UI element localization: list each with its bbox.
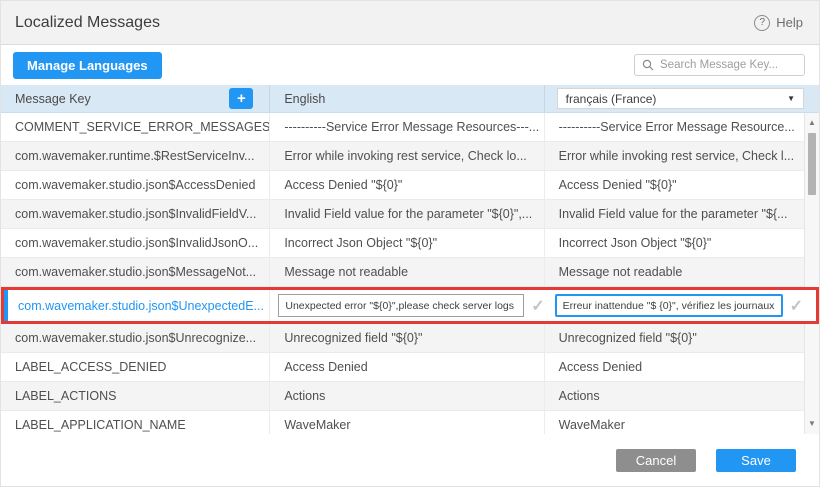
cancel-button[interactable]: Cancel bbox=[616, 449, 696, 472]
cell-english[interactable]: Access Denied "${0}" bbox=[270, 171, 544, 199]
message-key-header-label: Message Key bbox=[15, 92, 91, 106]
vertical-scrollbar[interactable]: ▲ ▼ bbox=[804, 113, 819, 434]
help-icon: ? bbox=[754, 15, 770, 31]
cell-english[interactable]: Unrecognized field "${0}" bbox=[270, 324, 544, 352]
confirm-check-icon[interactable]: ✓ bbox=[531, 296, 544, 316]
cell-french[interactable]: Unrecognized field "${0}" bbox=[545, 324, 819, 352]
manage-languages-button[interactable]: Manage Languages bbox=[13, 52, 162, 79]
toolbar: Manage Languages bbox=[1, 45, 819, 85]
column-header-message-key: Message Key + bbox=[1, 85, 270, 112]
table-row[interactable]: com.wavemaker.studio.json$InvalidFieldV.… bbox=[1, 200, 819, 229]
table-body: COMMENT_SERVICE_ERROR_MESSAGES----------… bbox=[1, 113, 819, 434]
column-header-language: français (France) ▼ bbox=[545, 85, 819, 112]
cell-message-key[interactable]: com.wavemaker.studio.json$InvalidFieldV.… bbox=[1, 200, 270, 228]
table-row[interactable]: COMMENT_SERVICE_ERROR_MESSAGES----------… bbox=[1, 113, 819, 142]
cell-english[interactable]: Message not readable bbox=[270, 258, 544, 286]
select-caret-icon: ▼ bbox=[787, 94, 795, 103]
cell-message-key[interactable]: COMMENT_SERVICE_ERROR_MESSAGES bbox=[1, 113, 270, 141]
search-icon bbox=[642, 59, 654, 71]
cell-french[interactable]: Message not readable bbox=[545, 258, 819, 286]
table-row[interactable]: com.wavemaker.runtime.$RestServiceInv...… bbox=[1, 142, 819, 171]
table-row-selected[interactable]: com.wavemaker.studio.json$UnexpectedE...… bbox=[1, 287, 819, 324]
cell-message-key[interactable]: com.wavemaker.studio.json$Unrecognize... bbox=[1, 324, 270, 352]
help-link[interactable]: ? Help bbox=[754, 15, 803, 31]
english-header-label: English bbox=[284, 92, 325, 106]
table-row[interactable]: com.wavemaker.studio.json$MessageNot...M… bbox=[1, 258, 819, 287]
cell-english[interactable]: Access Denied bbox=[270, 353, 544, 381]
help-label: Help bbox=[776, 15, 803, 30]
cell-french-edit: ✓ bbox=[545, 290, 816, 321]
column-header-english: English bbox=[270, 85, 544, 112]
table-row[interactable]: com.wavemaker.studio.json$InvalidJsonO..… bbox=[1, 229, 819, 258]
language-select-value: français (France) bbox=[566, 92, 657, 106]
cell-message-key[interactable]: com.wavemaker.studio.json$UnexpectedE... bbox=[8, 290, 270, 321]
search-box[interactable] bbox=[634, 54, 805, 76]
table-header-row: Message Key + English français (France) … bbox=[1, 85, 819, 113]
table-row[interactable]: LABEL_APPLICATION_NAMEWaveMakerWaveMaker bbox=[1, 411, 819, 434]
cell-message-key[interactable]: com.wavemaker.studio.json$AccessDenied bbox=[1, 171, 270, 199]
cell-french[interactable]: WaveMaker bbox=[545, 411, 819, 434]
table-row[interactable]: LABEL_ACTIONSActionsActions bbox=[1, 382, 819, 411]
scrollbar-up-icon[interactable]: ▲ bbox=[805, 116, 819, 130]
messages-table: Message Key + English français (France) … bbox=[1, 85, 819, 434]
cell-french[interactable]: Actions bbox=[545, 382, 819, 410]
language-select[interactable]: français (France) ▼ bbox=[557, 88, 804, 109]
cell-message-key[interactable]: com.wavemaker.runtime.$RestServiceInv... bbox=[1, 142, 270, 170]
add-message-key-button[interactable]: + bbox=[229, 88, 253, 109]
table-row[interactable]: LABEL_ACCESS_DENIEDAccess DeniedAccess D… bbox=[1, 353, 819, 382]
cell-french[interactable]: Error while invoking rest service, Check… bbox=[545, 142, 819, 170]
rows-before-group: COMMENT_SERVICE_ERROR_MESSAGES----------… bbox=[1, 113, 819, 287]
table-row[interactable]: com.wavemaker.studio.json$Unrecognize...… bbox=[1, 324, 819, 353]
cell-french[interactable]: ----------Service Error Message Resource… bbox=[545, 113, 819, 141]
cell-english[interactable]: Invalid Field value for the parameter "$… bbox=[270, 200, 544, 228]
confirm-check-icon[interactable]: ✓ bbox=[790, 296, 803, 316]
cell-message-key[interactable]: com.wavemaker.studio.json$MessageNot... bbox=[1, 258, 270, 286]
cell-message-key[interactable]: com.wavemaker.studio.json$InvalidJsonO..… bbox=[1, 229, 270, 257]
title-bar: Localized Messages ? Help bbox=[1, 1, 819, 45]
search-input[interactable] bbox=[660, 59, 797, 71]
scrollbar-down-icon[interactable]: ▼ bbox=[805, 417, 819, 431]
rows-after-group: com.wavemaker.studio.json$Unrecognize...… bbox=[1, 324, 819, 434]
cell-french[interactable]: Invalid Field value for the parameter "$… bbox=[545, 200, 819, 228]
cell-french[interactable]: Incorrect Json Object "${0}" bbox=[545, 229, 819, 257]
cell-english-edit: ✓ bbox=[270, 290, 544, 321]
table-row[interactable]: com.wavemaker.studio.json$AccessDeniedAc… bbox=[1, 171, 819, 200]
save-button[interactable]: Save bbox=[716, 449, 796, 472]
english-edit-input[interactable] bbox=[278, 294, 524, 317]
french-edit-input[interactable] bbox=[555, 294, 783, 317]
scrollbar-thumb[interactable] bbox=[808, 133, 816, 195]
cell-english[interactable]: Incorrect Json Object "${0}" bbox=[270, 229, 544, 257]
cell-message-key[interactable]: LABEL_APPLICATION_NAME bbox=[1, 411, 270, 434]
footer-bar: Cancel Save bbox=[1, 434, 819, 487]
localized-messages-dialog: Localized Messages ? Help Manage Languag… bbox=[0, 0, 820, 487]
cell-message-key[interactable]: LABEL_ACTIONS bbox=[1, 382, 270, 410]
cell-french[interactable]: Access Denied bbox=[545, 353, 819, 381]
cell-english[interactable]: Error while invoking rest service, Check… bbox=[270, 142, 544, 170]
cell-message-key[interactable]: LABEL_ACCESS_DENIED bbox=[1, 353, 270, 381]
cell-french[interactable]: Access Denied "${0}" bbox=[545, 171, 819, 199]
cell-english[interactable]: WaveMaker bbox=[270, 411, 544, 434]
page-title: Localized Messages bbox=[15, 14, 160, 32]
cell-english[interactable]: Actions bbox=[270, 382, 544, 410]
cell-english[interactable]: ----------Service Error Message Resource… bbox=[270, 113, 544, 141]
